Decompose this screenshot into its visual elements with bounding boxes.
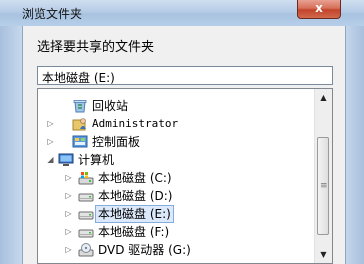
drive-icon (78, 225, 94, 239)
expand-arrow-icon[interactable]: ▷ (64, 187, 73, 205)
tree-item-dvd-drive-g[interactable]: ▷ DVD 驱动器 (G:) (38, 241, 316, 259)
tree-scrollbar[interactable]: ▲ ≡ ▼ (314, 89, 332, 263)
tree-item-label: 本地磁盘 (F:) (98, 225, 170, 239)
scroll-grip-icon: ≡ (320, 181, 328, 191)
tree-item-drive-d[interactable]: ▷ 本地磁盘 (D:) (38, 187, 316, 205)
tree-item-drive-f[interactable]: ▷ 本地磁盘 (F:) (38, 223, 316, 241)
tree-item-label: 本地磁盘 (C:) (98, 171, 172, 185)
scroll-thumb[interactable]: ≡ (317, 137, 329, 235)
tree-item-label: DVD 驱动器 (G:) (98, 243, 191, 257)
tree-item-control-panel[interactable]: ▷ 控制面板 (38, 133, 316, 151)
dialog-body: 选择要共享的文件夹 本地磁盘 (E:) 回收站 ▷ Administrator … (22, 26, 346, 264)
drive-icon (78, 189, 94, 203)
folder-tree[interactable]: 回收站 ▷ Administrator ▷ 控制面板 ◢ 计算机 ▷ 本地磁盘 … (37, 88, 333, 264)
tree-item-drive-c[interactable]: ▷ 本地磁盘 (C:) (38, 169, 316, 187)
tree-item-recycle-bin[interactable]: 回收站 (38, 97, 316, 115)
expand-arrow-icon[interactable]: ▷ (46, 115, 55, 133)
tree-item-administrator[interactable]: ▷ Administrator (38, 115, 316, 133)
scroll-up-arrow-icon[interactable]: ▲ (315, 89, 332, 106)
tree-item-label: 控制面板 (92, 135, 141, 149)
tree-item-label: 本地磁盘 (D:) (98, 189, 173, 203)
expand-arrow-icon[interactable]: ▷ (64, 205, 73, 223)
folder-path-field[interactable]: 本地磁盘 (E:) (37, 66, 333, 85)
collapse-arrow-icon[interactable]: ◢ (46, 151, 55, 169)
window-title: 浏览文件夹 (22, 7, 83, 21)
drive-icon (78, 207, 94, 221)
control-panel-icon (72, 135, 88, 149)
window-frame-left (0, 26, 22, 264)
close-button[interactable]: x (297, 0, 341, 19)
tree-item-label: 本地磁盘 (E:) (95, 205, 174, 223)
window-frame-right (344, 26, 364, 264)
expand-arrow-icon[interactable]: ▷ (64, 169, 73, 187)
scroll-down-arrow-icon[interactable]: ▼ (315, 246, 332, 263)
dvd-drive-icon (78, 243, 94, 257)
computer-icon (58, 153, 74, 167)
tree-item-drive-e[interactable]: ▷ 本地磁盘 (E:) (38, 205, 316, 223)
system-drive-icon (78, 171, 94, 185)
title-bar[interactable]: 浏览文件夹 x (0, 0, 364, 26)
tree-item-label: 回收站 (92, 99, 129, 113)
browse-folder-dialog: 浏览文件夹 x 选择要共享的文件夹 本地磁盘 (E:) 回收站 ▷ Admini… (0, 0, 364, 264)
expand-arrow-icon[interactable]: ▷ (46, 133, 55, 151)
expand-arrow-icon[interactable]: ▷ (64, 241, 73, 259)
user-folder-icon (72, 117, 88, 131)
expand-arrow-icon[interactable]: ▷ (64, 223, 73, 241)
dialog-prompt: 选择要共享的文件夹 (37, 40, 155, 55)
tree-item-computer[interactable]: ◢ 计算机 (38, 151, 316, 169)
tree-item-label: Administrator (92, 117, 179, 130)
recycle-bin-icon (72, 99, 88, 113)
tree-item-label: 计算机 (78, 153, 115, 167)
